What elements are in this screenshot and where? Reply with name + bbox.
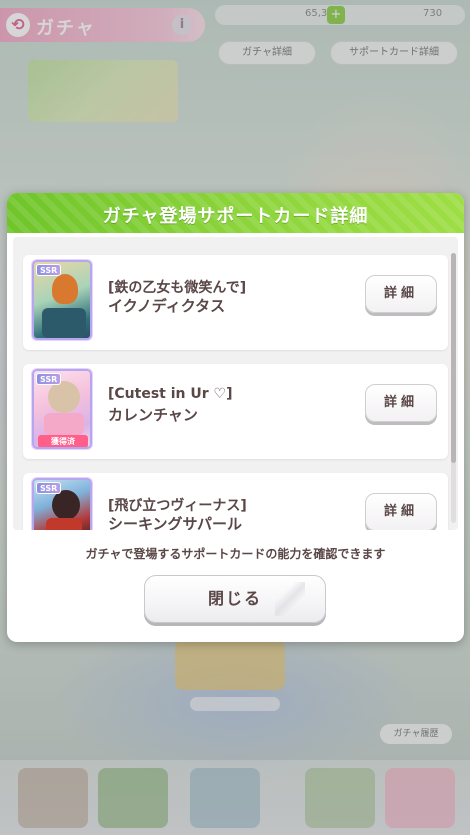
character-outfit-art	[42, 308, 86, 338]
ssr-badge: SSR	[36, 264, 62, 276]
dialog-title: ガチャ登場サポートカード詳細	[102, 206, 369, 227]
card-epithet: [Cutest in Ur ♡]	[108, 386, 233, 402]
card-epithet: [鉄の乙女も微笑んで]	[108, 280, 247, 296]
ssr-badge: SSR	[36, 482, 62, 494]
card-name: カレンチャン	[108, 406, 198, 424]
ssr-badge: SSR	[36, 373, 62, 385]
character-hair-art	[52, 490, 80, 520]
list-mask	[13, 530, 458, 540]
card-row: SSR 獲得済 [Cutest in Ur ♡] カレンチャン 詳細	[23, 364, 448, 459]
card-row: SSR [飛び立つヴィーナス] シーキングサパール 詳細	[23, 473, 448, 535]
character-outfit-art	[44, 413, 84, 435]
card-thumbnail[interactable]: SSR	[32, 478, 92, 535]
card-epithet: [飛び立つヴィーナス]	[108, 498, 247, 514]
support-card-dialog: ガチャ登場サポートカード詳細 SSR [鉄の乙女も微笑んで] イクノディクタス …	[7, 193, 464, 642]
close-button[interactable]: 閉じる	[144, 575, 326, 623]
card-name: イクノディクタス	[108, 297, 226, 315]
dialog-note: ガチャで登場するサポートカードの能力を確認できます	[85, 547, 386, 561]
card-thumbnail[interactable]: SSR	[32, 260, 92, 340]
card-row: SSR [鉄の乙女も微笑んで] イクノディクタス 詳細	[23, 255, 448, 350]
card-thumbnail[interactable]: SSR 獲得済	[32, 369, 92, 449]
card-detail-button[interactable]: 詳細	[365, 275, 437, 313]
card-detail-button[interactable]: 詳細	[365, 384, 437, 422]
card-detail-button[interactable]: 詳細	[365, 493, 437, 531]
character-hair-art	[52, 274, 78, 304]
owned-badge: 獲得済	[38, 435, 88, 447]
dialog-header: ガチャ登場サポートカード詳細	[7, 193, 464, 233]
scrollbar-thumb[interactable]	[451, 253, 456, 463]
